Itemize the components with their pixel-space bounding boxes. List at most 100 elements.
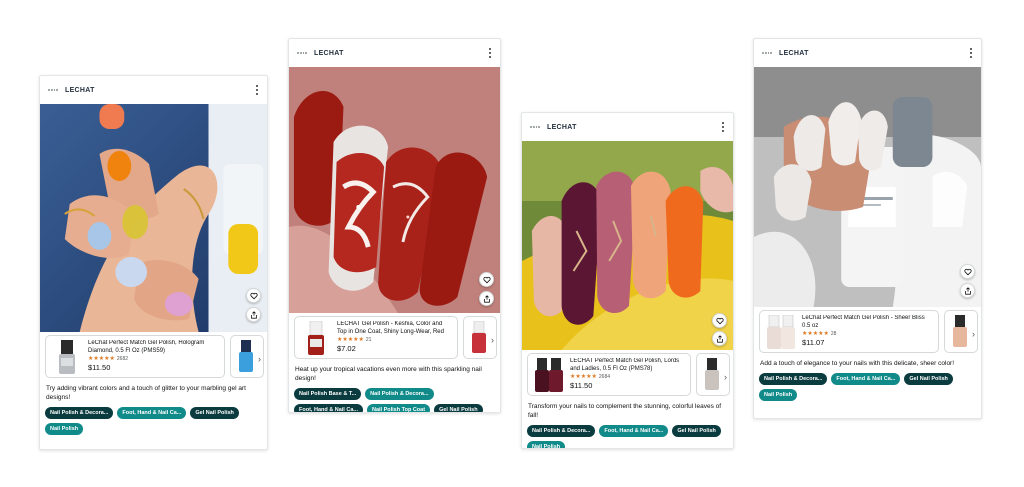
brand-name[interactable]: LECHAT	[65, 87, 95, 94]
nail-art-photo	[522, 141, 733, 350]
nail-art-photo	[40, 104, 267, 332]
product-rating: ★★★★★ 21	[337, 337, 451, 344]
tag-pill[interactable]: Gel Nail Polish	[190, 407, 239, 419]
tag-pill[interactable]: Gel Nail Polish	[434, 404, 483, 412]
share-icon	[250, 310, 257, 319]
like-button[interactable]	[479, 272, 494, 287]
share-button[interactable]	[479, 291, 494, 306]
tag-pill[interactable]: Nail Polish Top Coat	[366, 404, 431, 412]
post-caption: Try adding vibrant colors and a touch of…	[46, 385, 246, 401]
share-button[interactable]	[960, 283, 975, 298]
like-button[interactable]	[246, 288, 261, 303]
card-header: LECHAT	[754, 39, 981, 67]
chevron-right-icon[interactable]: ›	[724, 372, 727, 382]
post-image[interactable]	[522, 141, 733, 350]
product-title[interactable]: LeChat Perfect Match Gel Polish, Hologra…	[88, 340, 218, 355]
share-button[interactable]	[712, 331, 727, 346]
product-rating: ★★★★★ 28	[802, 331, 932, 338]
more-options-icon[interactable]	[721, 122, 725, 132]
product-carousel: LeChat Perfect Match Gel Polish, Hologra…	[40, 332, 267, 382]
tag-pill[interactable]: Nail Polish	[45, 423, 84, 435]
review-count: 2684	[598, 373, 611, 380]
post-caption: Heat up your tropical vacations even mor…	[295, 366, 482, 382]
product-price: $11.07	[802, 338, 825, 347]
heart-icon	[249, 292, 258, 299]
product-price: $7.02	[337, 344, 356, 353]
brand-logo-icon	[48, 88, 58, 92]
tag-list: Nail Polish Base & T... Nail Polish & De…	[289, 383, 500, 412]
chevron-right-icon[interactable]: ›	[972, 329, 975, 339]
post-card-3: LECHAT LECHAT Perfect Match Gel Polish, …	[521, 112, 734, 449]
nail-art-photo	[289, 67, 500, 313]
product-title[interactable]: LECHAT Perfect Match Gel Polish, Lords a…	[570, 358, 684, 373]
post-card-4: LECHAT LeChat Perfect Match Gel Polish -…	[753, 38, 982, 419]
heart-icon	[963, 268, 972, 275]
share-icon	[483, 294, 490, 303]
next-product-card[interactable]: ›	[463, 316, 497, 359]
post-card-1: LECHAT LeChat Perfect Match Gel Polish, …	[39, 75, 268, 450]
nail-art-photo	[754, 67, 981, 307]
product-card[interactable]: LeChat Perfect Match Gel Polish - Sheer …	[759, 310, 939, 353]
product-title[interactable]: LeChat Perfect Match Gel Polish - Sheer …	[802, 315, 932, 330]
product-rating: ★★★★★ 2682	[88, 356, 218, 363]
share-icon	[964, 286, 971, 295]
tag-pill[interactable]: Nail Polish & Decora...	[365, 388, 434, 400]
post-image[interactable]	[289, 67, 500, 313]
product-card[interactable]: LECHAT Gel Polish - Keshia, Color and To…	[294, 316, 458, 359]
tag-pill[interactable]: Nail Polish Base & T...	[294, 388, 362, 400]
card-header: LECHAT	[289, 39, 500, 67]
tag-pill[interactable]: Nail Polish & Decora...	[527, 425, 596, 437]
tag-pill[interactable]: Nail Polish	[759, 389, 798, 401]
tag-pill[interactable]: Foot, Hand & Nail Ca...	[117, 407, 187, 419]
like-button[interactable]	[712, 313, 727, 328]
brand-logo-icon	[530, 125, 540, 129]
product-image	[534, 358, 564, 392]
tag-pill[interactable]: Nail Polish & Decora...	[759, 373, 828, 385]
post-caption: Transform your nails to complement the s…	[528, 403, 722, 419]
more-options-icon[interactable]	[488, 48, 492, 58]
product-price: $11.50	[88, 363, 111, 372]
card-header: LECHAT	[40, 76, 267, 104]
brand-logo-icon	[762, 51, 772, 55]
like-button[interactable]	[960, 264, 975, 279]
tag-pill[interactable]: Gel Nail Polish	[904, 373, 953, 385]
more-options-icon[interactable]	[969, 48, 973, 58]
brand-name[interactable]: LECHAT	[314, 50, 344, 57]
review-count: 28	[830, 330, 837, 337]
product-card[interactable]: LECHAT Perfect Match Gel Polish, Lords a…	[527, 353, 691, 396]
product-card[interactable]: LeChat Perfect Match Gel Polish, Hologra…	[45, 335, 225, 378]
product-image	[301, 320, 331, 355]
product-carousel: LECHAT Perfect Match Gel Polish, Lords a…	[522, 350, 733, 400]
heart-icon	[715, 317, 724, 324]
next-product-card[interactable]: ›	[696, 353, 730, 396]
product-title[interactable]: LECHAT Gel Polish - Keshia, Color and To…	[337, 321, 451, 336]
more-options-icon[interactable]	[255, 85, 259, 95]
product-carousel: LeChat Perfect Match Gel Polish - Sheer …	[754, 307, 981, 357]
tag-pill[interactable]: Foot, Hand & Nail Ca...	[831, 373, 901, 385]
card-header: LECHAT	[522, 113, 733, 141]
post-image[interactable]	[40, 104, 267, 332]
product-image	[52, 340, 82, 374]
next-product-card[interactable]: ›	[230, 335, 264, 378]
tag-pill[interactable]: Foot, Hand & Nail Ca...	[599, 425, 669, 437]
product-image	[766, 314, 796, 349]
product-rating: ★★★★★ 2684	[570, 374, 684, 381]
tag-pill[interactable]: Nail Polish	[527, 441, 566, 448]
share-button[interactable]	[246, 307, 261, 322]
tag-pill[interactable]: Foot, Hand & Nail Ca...	[294, 404, 363, 412]
product-price: $11.50	[570, 381, 593, 390]
next-product-card[interactable]: ›	[944, 310, 978, 353]
tag-pill[interactable]: Gel Nail Polish	[672, 425, 721, 437]
brand-name[interactable]: LECHAT	[779, 50, 809, 57]
chevron-right-icon[interactable]: ›	[258, 354, 261, 364]
brand-name[interactable]: LECHAT	[547, 124, 577, 131]
share-icon	[716, 334, 723, 343]
tag-list: Nail Polish & Decora... Foot, Hand & Nai…	[754, 368, 981, 401]
post-image[interactable]	[754, 67, 981, 307]
brand-logo-icon	[297, 51, 307, 55]
post-card-2: LECHAT LECHAT Gel Polish - Keshia, Color…	[288, 38, 501, 413]
tag-list: Nail Polish & Decora... Foot, Hand & Nai…	[40, 402, 267, 435]
chevron-right-icon[interactable]: ›	[491, 335, 494, 345]
review-count: 2682	[116, 355, 129, 362]
tag-pill[interactable]: Nail Polish & Decora...	[45, 407, 114, 419]
